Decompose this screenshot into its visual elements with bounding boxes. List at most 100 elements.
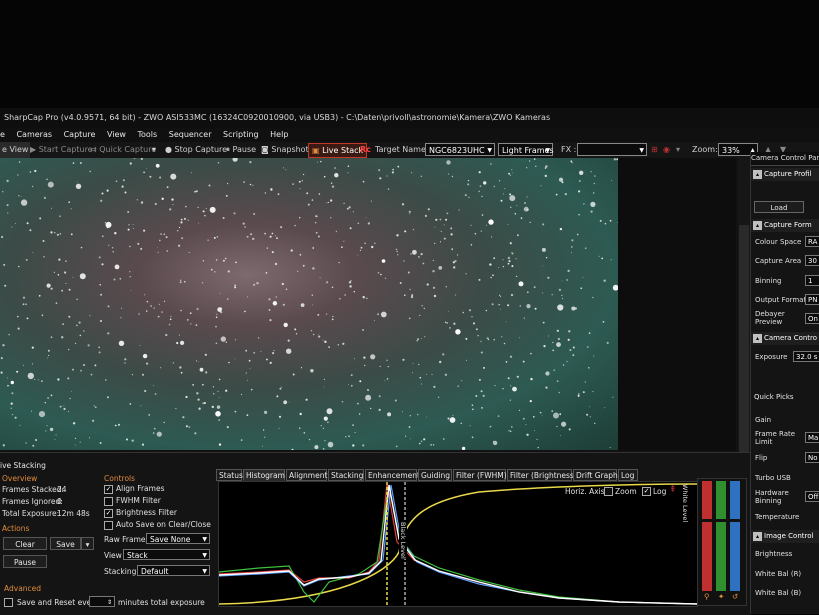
image-controls-header[interactable]: ▴ Image Control [751,530,819,543]
stop-capture-button[interactable]: ● Stop Capture [165,142,227,158]
fx-label: FX : [561,145,577,154]
reticle-icon[interactable]: ⊞ [651,142,658,158]
capture-profiles-header[interactable]: ▴ Capture Profil [751,168,819,181]
menu-cameras[interactable]: Cameras [16,130,52,139]
live-stack-button[interactable]: ▣ Live Stack [308,143,368,158]
turbo-usb-label: Turbo USB [755,474,791,482]
snapshot-button[interactable]: ◙ Snapshot [261,142,309,158]
tools-icon[interactable]: ▾ [676,142,680,158]
fx-select[interactable]: ▼ [577,143,647,156]
menu-view[interactable]: View [107,130,126,139]
brightness-filter-label: Brightness Filter [116,508,177,517]
flip-select[interactable]: No [805,452,819,463]
auto-stretch-icon[interactable]: ✦ [718,592,724,601]
histogram-svg [219,482,697,606]
pause-stacking-button[interactable]: Pause [3,555,47,568]
tab-stacking[interactable]: Stacking [328,469,364,481]
start-capture-button[interactable]: ▶ Start Capture [30,142,93,158]
capture-format-header[interactable]: ▴ Capture Form [751,219,819,232]
frame-type-select[interactable]: Light Frames ▼ [498,143,554,156]
quick-picks-button[interactable]: Quick Picks [754,391,804,403]
frame-rate-limit-select[interactable]: Ma [805,432,819,443]
green-slider[interactable] [716,481,726,591]
image-viewer[interactable] [0,158,618,450]
lock-icon[interactable]: ⚲ [704,592,710,601]
binning-select[interactable]: 1 [805,275,819,286]
log-checkbox[interactable]: ✓ [642,487,651,496]
histogram-reset-icon[interactable]: ⇞ [669,485,677,495]
full-view-button[interactable]: e View [0,142,31,158]
load-profile-button[interactable]: Load [754,201,804,213]
tab-log[interactable]: Log [618,469,638,481]
target-name-select[interactable]: NGC6823UHC ▼ [425,143,495,156]
pause-button[interactable]: ⏸ Pause [226,142,256,158]
histogram-chart[interactable]: Horiz. Axis: Zoom ✓ Log ⇞ White Level Bl… [218,481,698,607]
output-format-label: Output Format [755,296,807,304]
exposure-input[interactable]: 32.0 s [793,351,819,362]
reset-icon[interactable]: ↺ [732,592,738,601]
colour-space-select[interactable]: RA [805,236,819,247]
quick-capture-button[interactable]: ⇉ Quick Capture [90,142,156,158]
capture-profiles-title: Capture Profil [764,170,812,178]
auto-save-checkbox[interactable] [104,521,113,530]
binning-label: Binning [755,277,782,285]
blue-slider[interactable] [730,481,740,591]
chevron-down-icon: ▼ [487,147,492,154]
focus-icon[interactable]: ◉ [663,142,670,158]
brightness-filter-checkbox[interactable]: ✓ [104,509,113,518]
save-button[interactable]: Save [50,537,81,550]
menu-scripting[interactable]: Scripting [223,130,259,139]
zoom-checkbox[interactable] [604,487,613,496]
controls-header: Controls [104,474,136,483]
actions-header: Actions [2,524,30,533]
save-dropdown-button[interactable]: ▾ [81,537,94,550]
image-controls-title: Image Control [764,532,814,540]
tab-status[interactable]: Status [216,469,243,481]
red-slider[interactable] [702,481,712,591]
tab-histogram[interactable]: Histogram [243,469,285,481]
view-select[interactable]: Stack ▼ [123,549,210,560]
menu-help[interactable]: Help [270,130,288,139]
tab-alignment[interactable]: Alignment [286,469,327,481]
capture-area-select[interactable]: 30 [805,255,819,266]
menu-file[interactable]: e [0,130,5,139]
menu-bar: e Cameras Capture View Tools Sequencer S… [0,128,819,142]
chevron-down-icon: ▼ [202,552,207,559]
save-reset-label: Save and Reset every [17,598,99,607]
clear-button[interactable]: Clear [3,537,47,550]
hardware-binning-label: Hardware Binning [755,489,789,505]
quick-capture-dropdown[interactable]: ▾ [152,142,156,158]
save-reset-suffix: minutes total exposure [118,598,205,607]
output-format-select[interactable]: PN [805,294,819,305]
tab-drift-graph[interactable]: Drift Graph [573,469,618,481]
menu-sequencer[interactable]: Sequencer [169,130,212,139]
camera-icon: ◙ [261,145,272,154]
tab-filter-brightness[interactable]: Filter (Brightness) [507,469,577,481]
raw-frames-label: Raw Frames [104,535,150,544]
start-capture-label: Start Capture [38,145,93,154]
record-icon[interactable]: Rc [360,142,371,158]
advanced-header: Advanced [4,584,42,593]
fwhm-filter-checkbox[interactable] [104,497,113,506]
tab-filter-fwhm[interactable]: Filter (FWHM) [453,469,507,481]
stacking-label: Stacking [104,567,137,576]
save-reset-minutes-input[interactable]: ⇕ [89,596,115,607]
slider-handle[interactable] [700,519,744,522]
zoom-value: 33% [722,146,740,155]
fwhm-filter-label: FWHM Filter [116,496,161,505]
hardware-binning-select[interactable]: Off [805,491,819,502]
stacking-select[interactable]: Default ▼ [137,565,210,576]
align-frames-checkbox[interactable]: ✓ [104,485,113,494]
collapse-icon: ▴ [753,220,762,230]
camera-controls-header[interactable]: ▴ Camera Contro [751,332,819,345]
save-reset-checkbox[interactable] [4,598,13,607]
viewer-scroll-thumb[interactable] [739,225,749,455]
tab-guiding[interactable]: Guiding [418,469,452,481]
tab-enhancement[interactable]: Enhancement [365,469,420,481]
menu-capture[interactable]: Capture [64,130,96,139]
white-bal-b-label: White Bal (B) [755,589,802,597]
menu-tools[interactable]: Tools [137,130,157,139]
debayer-preview-select[interactable]: On [805,313,819,324]
flip-label: Flip [755,454,768,462]
raw-frames-select[interactable]: Save None ▼ [146,533,210,544]
